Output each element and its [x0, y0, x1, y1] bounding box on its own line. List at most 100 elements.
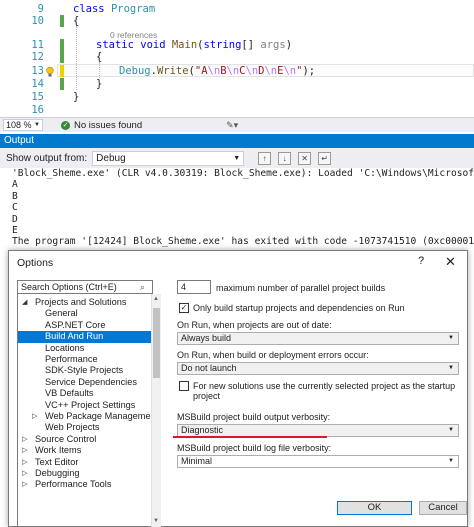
tree-item[interactable]: SDK-Style Projects	[18, 365, 152, 376]
line-number: 10	[31, 15, 44, 27]
tree-item[interactable]: Locations	[18, 343, 152, 354]
tree-item-label: VB Defaults	[45, 388, 94, 399]
code-line[interactable]: 11 static void Main(string[] args)	[0, 39, 474, 51]
word-wrap-icon[interactable]: ↵	[318, 151, 332, 165]
code-token: }	[73, 91, 80, 103]
clear-all-icon[interactable]: ✕	[298, 151, 312, 165]
output-source-select[interactable]: Debug ▼	[92, 150, 245, 166]
code-token: Write	[156, 65, 189, 77]
tree-item-label: Service Dependencies	[45, 376, 137, 387]
code-cleanup-icon[interactable]: ✎▾	[226, 120, 238, 131]
log-verbosity-label: MSBuild project build log file verbosity…	[177, 443, 332, 453]
lightbulb-icon[interactable]	[45, 66, 55, 78]
tree-collapse-icon[interactable]: ◢	[22, 297, 27, 308]
cancel-button[interactable]: Cancel	[419, 501, 467, 515]
line-number: 9	[37, 3, 44, 15]
tree-item[interactable]: ASP.NET Core	[18, 320, 152, 331]
code-text: class Program	[73, 3, 155, 15]
tree-item-label: Work Items	[35, 445, 82, 456]
tree-item[interactable]: ▷ Performance Tools	[18, 479, 152, 490]
code-token: \n	[264, 65, 278, 77]
line-number: 11	[31, 39, 44, 51]
tree-expand-icon[interactable]: ▷	[22, 479, 27, 490]
parallel-builds-input[interactable]: 4	[177, 280, 211, 294]
code-editor[interactable]: 9 class Program 10 {11 static void Main(stri…	[0, 0, 474, 117]
code-line[interactable]: 14}	[0, 78, 474, 90]
find-message-icon[interactable]: ↑	[258, 151, 272, 165]
check-circle-icon: ✓	[61, 120, 70, 130]
tree-item[interactable]: VC++ Project Settings	[18, 400, 152, 411]
code-line[interactable]: 12 {	[0, 51, 474, 63]
log-verbosity-select[interactable]: Minimal ▼	[177, 455, 459, 468]
tree-item-label: ASP.NET Core	[45, 319, 106, 330]
code-line[interactable]: 9 class Program	[0, 3, 474, 15]
code-lens-references[interactable]: 0 references	[110, 30, 157, 40]
code-line[interactable]: 15}	[0, 91, 474, 103]
dialog-title: Options	[17, 257, 54, 269]
chevron-down-icon: ▼	[34, 122, 40, 128]
ok-button[interactable]: OK	[337, 501, 412, 515]
tree-item-label: Performance Tools	[35, 479, 112, 490]
code-line[interactable]: 16	[0, 104, 474, 116]
options-search-input[interactable]: Search Options (Ctrl+E)	[17, 280, 153, 294]
scroll-up-icon[interactable]: ▲	[153, 296, 159, 302]
tree-expand-icon[interactable]: ▷	[22, 457, 27, 468]
line-number: 12	[31, 51, 44, 63]
change-marker	[60, 15, 64, 27]
scroll-down-icon[interactable]: ▼	[153, 518, 159, 524]
tree-item-label: Web Package Management	[45, 411, 153, 421]
out-of-date-select[interactable]: Always build ▼	[177, 332, 459, 345]
new-solutions-checkbox[interactable]	[179, 381, 189, 391]
editor-status-bar: 108 % ▼ ✓ No issues found ✎▾	[0, 117, 474, 132]
code-token: \n	[283, 65, 297, 77]
code-text: {	[73, 15, 79, 27]
out-of-date-label: On Run, when projects are out of date:	[177, 320, 332, 330]
tree-item-label: Performance	[45, 354, 98, 364]
code-token: class	[73, 3, 111, 15]
code-line[interactable]: 13 Debug.Write("A\nB\nC\nD\nE\n");	[0, 65, 474, 77]
issues-indicator[interactable]: ✓ No issues found	[61, 120, 142, 131]
tree-item[interactable]: ▷ Work Items	[18, 445, 152, 456]
scrollbar-thumb[interactable]	[153, 308, 160, 378]
close-icon[interactable]: ✕	[445, 254, 456, 270]
zoom-dropdown[interactable]: 108 % ▼	[3, 119, 43, 131]
tree-expand-icon[interactable]: ▷	[22, 468, 27, 479]
tree-item[interactable]: ▷ Text Editor	[18, 457, 152, 468]
tree-item[interactable]: ▷ Debugging	[18, 468, 152, 479]
options-dialog: Options ? ✕ Search Options (Ctrl+E) ⌕ ◢ P…	[8, 250, 468, 527]
tree-expand-icon[interactable]: ▷	[22, 445, 27, 456]
options-tree[interactable]: ◢ Projects and Solutions General ASP.NET Co…	[17, 294, 153, 527]
code-token: Program	[110, 3, 156, 15]
change-marker	[60, 39, 64, 51]
tree-item[interactable]: ▷ Source Control	[18, 434, 152, 445]
code-line[interactable]: 10 {	[0, 15, 474, 27]
help-icon[interactable]: ?	[418, 255, 424, 267]
show-output-from-label: Show output from:	[6, 152, 88, 164]
search-icon[interactable]: ⌕	[140, 282, 145, 293]
output-text[interactable]: 'Block_Sheme.exe' (CLR v4.0.30319: Block…	[0, 168, 474, 252]
tree-item[interactable]: General	[18, 308, 152, 319]
next-message-icon[interactable]: ↓	[278, 151, 292, 165]
code-token: \n	[245, 65, 259, 77]
only-startup-checkbox[interactable]: ✓	[179, 303, 189, 313]
tree-item[interactable]: Performance	[18, 354, 152, 365]
tree-item[interactable]: VB Defaults	[18, 388, 152, 399]
tree-scrollbar[interactable]: ▲ ▼	[151, 294, 161, 527]
tree-expand-icon[interactable]: ▷	[32, 411, 37, 422]
tree-item[interactable]: ◢ Projects and Solutions	[18, 297, 152, 308]
code-text: {	[96, 51, 102, 63]
tree-item[interactable]: Build And Run	[18, 331, 152, 343]
chevron-down-icon: ▼	[448, 365, 454, 371]
tree-item-label: Source Control	[35, 433, 97, 444]
tree-item[interactable]: Web Projects	[18, 422, 152, 433]
code-token: }	[96, 78, 103, 90]
tree-item-label: Debugging	[35, 468, 80, 478]
output-window-title: Output	[0, 134, 474, 148]
tree-item[interactable]: Service Dependencies	[18, 377, 152, 388]
verbosity-label: MSBuild project build output verbosity:	[177, 412, 331, 422]
code-token: Main	[171, 39, 198, 51]
tree-item[interactable]: ▷ Web Package Management	[18, 411, 152, 422]
tree-item-label: General	[45, 308, 78, 319]
tree-expand-icon[interactable]: ▷	[22, 434, 27, 445]
errors-select[interactable]: Do not launch ▼	[177, 362, 459, 375]
